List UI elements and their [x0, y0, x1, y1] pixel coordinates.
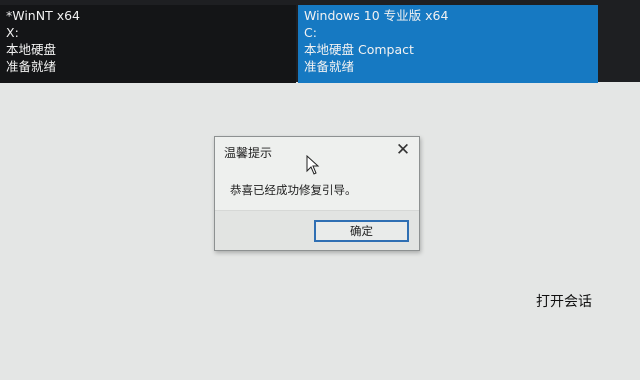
dialog-title: 温馨提示: [224, 146, 273, 160]
boot-entry-drive: C:: [304, 25, 317, 40]
dialog-message: 恭喜已经成功修复引导。: [230, 183, 357, 197]
dialog-footer: 确定: [215, 210, 419, 250]
message-dialog: 温馨提示 ✕ 恭喜已经成功修复引导。 确定: [214, 136, 420, 251]
boot-entry-name: *WinNT x64: [6, 8, 80, 23]
close-icon[interactable]: ✕: [392, 139, 414, 161]
boot-entry-winnt[interactable]: *WinNT x64 X: 本地硬盘 准备就绪: [0, 5, 296, 83]
boot-entry-drive: X:: [6, 25, 19, 40]
arrow-cursor-icon: [306, 155, 320, 175]
boot-entry-status: 准备就绪: [304, 59, 355, 74]
ok-button[interactable]: 确定: [314, 220, 409, 242]
boot-entry-windows10[interactable]: Windows 10 专业版 x64 C: 本地硬盘 Compact 准备就绪: [298, 5, 598, 83]
open-session-link[interactable]: 打开会话: [536, 291, 592, 311]
boot-entry-disk: 本地硬盘: [6, 42, 57, 57]
boot-entry-status: 准备就绪: [6, 59, 57, 74]
boot-entry-name: Windows 10 专业版 x64: [304, 8, 449, 23]
boot-entry-disk: 本地硬盘 Compact: [304, 42, 414, 57]
